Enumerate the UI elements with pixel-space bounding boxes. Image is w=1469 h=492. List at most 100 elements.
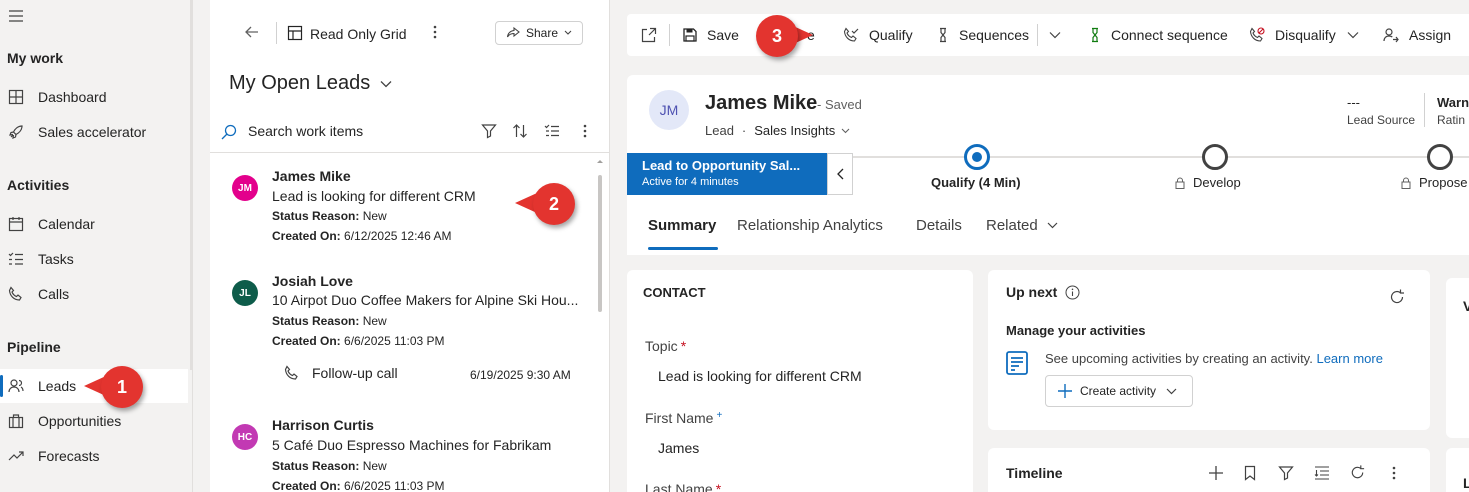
status-reason: Status Reason: New — [272, 314, 387, 328]
header-divider — [1424, 93, 1425, 127]
lead-name: James Mike — [272, 168, 351, 184]
stage-propose[interactable]: Propose — [1401, 175, 1469, 190]
stage-develop[interactable]: Develop — [1175, 175, 1241, 190]
read-only-grid-button[interactable]: Read Only Grid — [310, 26, 406, 42]
first-name-label: First Name + — [645, 410, 723, 426]
back-arrow-icon[interactable] — [244, 24, 260, 40]
assign-button[interactable]: Assign — [1383, 14, 1451, 56]
nav-scrollbar[interactable] — [190, 0, 193, 370]
stage-develop-dot[interactable] — [1202, 144, 1228, 170]
nav-item-tasks[interactable]: Tasks — [0, 242, 188, 276]
nav-section-pipeline: Pipeline — [7, 339, 61, 355]
select-items-icon[interactable] — [544, 123, 560, 139]
sort-icon[interactable] — [512, 123, 528, 139]
more-options-icon[interactable] — [582, 123, 588, 139]
chevron-down-icon[interactable] — [841, 128, 850, 134]
callout-badge-3: 3 — [756, 15, 798, 57]
more-options-icon[interactable] — [432, 24, 438, 40]
filter-icon[interactable] — [1278, 465, 1294, 481]
assign-label: Assign — [1409, 27, 1452, 43]
refresh-icon[interactable] — [1388, 288, 1406, 306]
up-next-title: Up next — [1006, 284, 1058, 300]
nav-item-forecasts[interactable]: Forecasts — [0, 439, 188, 473]
share-icon — [506, 26, 520, 40]
section-title: CONTACT — [643, 285, 706, 300]
lead-topic: 10 Airpot Duo Coffee Makers for Alpine S… — [272, 292, 579, 308]
add-icon[interactable] — [1208, 465, 1224, 481]
sequences-button[interactable]: Sequences — [937, 14, 1029, 56]
chevron-down-icon — [380, 80, 392, 88]
header-field-rating[interactable]: Warn Ratin — [1437, 95, 1469, 127]
sequences-dropdown-chevron-icon[interactable] — [1049, 14, 1061, 56]
previous-stage-chevron-icon[interactable] — [827, 153, 853, 195]
disqualify-dropdown-chevron-icon[interactable] — [1347, 14, 1359, 56]
form-selector[interactable]: Sales Insights — [754, 123, 835, 138]
bookmark-icon[interactable] — [1244, 465, 1256, 481]
create-activity-button[interactable]: Create activity — [1045, 375, 1193, 407]
search-icon — [221, 124, 237, 140]
chevron-down-icon — [1166, 388, 1177, 395]
disqualify-icon — [1249, 27, 1265, 43]
view-selector[interactable]: My Open Leads — [229, 72, 392, 95]
nav-item-label: Calls — [38, 286, 70, 302]
status-reason: Status Reason: New — [272, 209, 387, 223]
tab-relationship-analytics[interactable]: Relationship Analytics — [737, 217, 883, 234]
lock-icon — [1175, 177, 1185, 189]
nav-item-calls[interactable]: Calls — [0, 277, 188, 311]
create-activity-label: Create activity — [1080, 384, 1157, 398]
save-button[interactable]: Save — [683, 14, 739, 56]
nav-item-calendar[interactable]: Calendar — [0, 207, 188, 241]
header-field-lead-source[interactable]: --- Lead Source — [1347, 95, 1415, 127]
hamburger-menu-icon[interactable] — [8, 9, 24, 23]
up-next-text: See upcoming activities by creating an a… — [1045, 351, 1383, 366]
topic-field[interactable]: Lead is looking for different CRM — [658, 368, 862, 384]
share-button[interactable]: Share — [495, 21, 583, 45]
more-options-icon[interactable] — [1391, 465, 1397, 481]
qualify-button[interactable]: Qualify — [843, 14, 913, 56]
command-bar: Save e Qualify Sequences Connect sequenc… — [627, 14, 1469, 56]
process-line — [853, 156, 1469, 158]
active-process-flyout[interactable]: Lead to Opportunity Sal... Active for 4 … — [627, 153, 827, 195]
separator-dot: · — [741, 123, 747, 138]
tab-details[interactable]: Details — [916, 217, 962, 234]
list-item[interactable]: JL Josiah Love 10 Airpot Duo Coffee Make… — [210, 266, 596, 396]
person-icon — [7, 377, 25, 395]
command-divider — [669, 24, 670, 46]
qualify-icon — [843, 27, 859, 43]
sort-list-icon[interactable] — [1314, 465, 1330, 481]
stage-qualify-label[interactable]: Qualify (4 Min) — [931, 175, 1021, 190]
tab-related[interactable]: Related — [986, 217, 1058, 234]
nav-item-dashboard[interactable]: Dashboard — [0, 80, 188, 114]
side-widget-bottom: L — [1446, 448, 1469, 492]
side-widget-top: V — [1446, 278, 1469, 438]
share-label: Share — [526, 26, 559, 40]
nav-section-my-work: My work — [7, 50, 64, 66]
nav-item-label: Forecasts — [38, 448, 100, 464]
disqualify-button[interactable]: Disqualify — [1249, 14, 1336, 56]
nav-item-opportunities[interactable]: Opportunities — [0, 404, 188, 438]
info-icon[interactable] — [1065, 285, 1080, 300]
tab-summary[interactable]: Summary — [648, 217, 716, 234]
nav-item-label: Sales accelerator — [38, 124, 147, 140]
search-input[interactable] — [248, 123, 468, 139]
first-name-field[interactable]: James — [658, 440, 699, 456]
save-label: Save — [707, 27, 739, 43]
filter-icon[interactable] — [481, 123, 497, 139]
nav-item-sales-accelerator[interactable]: Sales accelerator — [0, 115, 188, 149]
open-in-new-window-icon[interactable] — [641, 14, 657, 56]
refresh-icon[interactable] — [1349, 464, 1366, 481]
callout-badge-2: 2 — [533, 183, 575, 225]
nav-item-label: Calendar — [38, 216, 95, 232]
stage-qualify-dot[interactable] — [964, 144, 990, 170]
learn-more-link[interactable]: Learn more — [1316, 351, 1382, 366]
up-next-heading: Manage your activities — [1006, 323, 1146, 338]
side-widget-title: L — [1463, 475, 1469, 491]
connect-sequence-button[interactable]: Connect sequence — [1089, 14, 1228, 56]
save-icon — [683, 28, 697, 42]
list-item[interactable]: HC Harrison Curtis 5 Café Duo Espresso M… — [210, 410, 596, 492]
scroll-up-arrow-icon[interactable] — [596, 158, 604, 164]
stage-propose-dot[interactable] — [1427, 144, 1453, 170]
lead-name: Josiah Love — [272, 273, 353, 289]
upcoming-activity[interactable]: Follow-up call — [284, 365, 398, 381]
list-scrollbar-thumb[interactable] — [598, 175, 602, 312]
